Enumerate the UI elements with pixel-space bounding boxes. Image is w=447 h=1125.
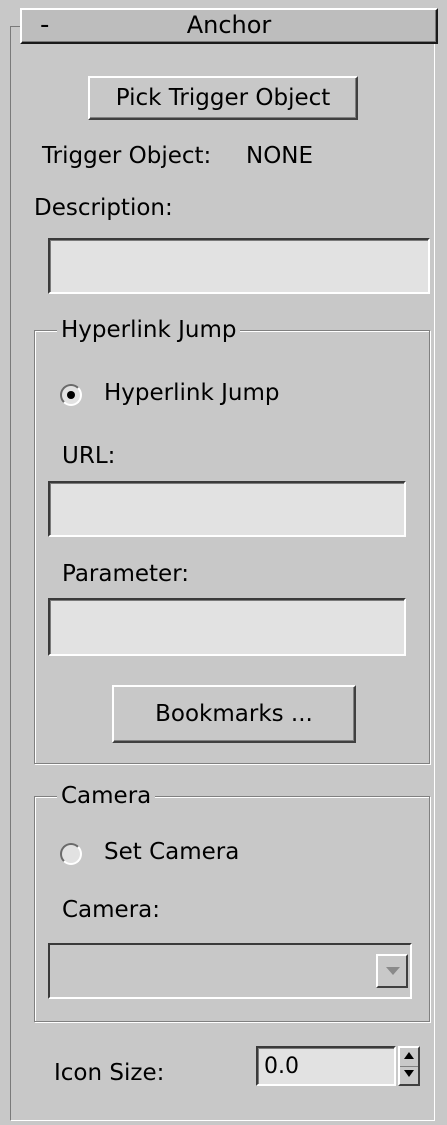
rollout-title: Anchor bbox=[186, 11, 272, 39]
hyperlink-jump-radio[interactable] bbox=[60, 384, 82, 406]
parameter-field[interactable] bbox=[48, 598, 406, 656]
trigger-object-value: NONE bbox=[246, 143, 314, 169]
spinner-up-icon[interactable] bbox=[400, 1048, 418, 1067]
camera-group-legend: Camera bbox=[57, 781, 156, 811]
parameter-label: Parameter: bbox=[62, 561, 190, 587]
hyperlink-jump-group-legend: Hyperlink Jump bbox=[57, 315, 241, 345]
icon-size-field[interactable] bbox=[256, 1046, 396, 1086]
bookmarks-button[interactable]: Bookmarks ... bbox=[112, 685, 356, 743]
rollout-header-anchor[interactable]: - Anchor bbox=[20, 8, 438, 44]
icon-size-label: Icon Size: bbox=[54, 1060, 165, 1086]
camera-label: Camera: bbox=[62, 897, 161, 923]
trigger-object-label: Trigger Object: bbox=[42, 143, 212, 169]
set-camera-radio[interactable] bbox=[60, 843, 82, 865]
url-field[interactable] bbox=[48, 481, 406, 537]
camera-dropdown[interactable] bbox=[48, 943, 412, 999]
description-label: Description: bbox=[34, 195, 173, 221]
chevron-down-icon[interactable] bbox=[376, 954, 408, 988]
hyperlink-jump-radio-label[interactable]: Hyperlink Jump bbox=[104, 380, 279, 406]
url-label: URL: bbox=[62, 443, 116, 469]
spinner-down-icon[interactable] bbox=[400, 1066, 418, 1084]
set-camera-radio-label[interactable]: Set Camera bbox=[104, 839, 239, 865]
icon-size-spinner[interactable] bbox=[398, 1046, 420, 1086]
pick-trigger-object-button[interactable]: Pick Trigger Object bbox=[88, 76, 358, 120]
description-field[interactable] bbox=[48, 238, 430, 294]
